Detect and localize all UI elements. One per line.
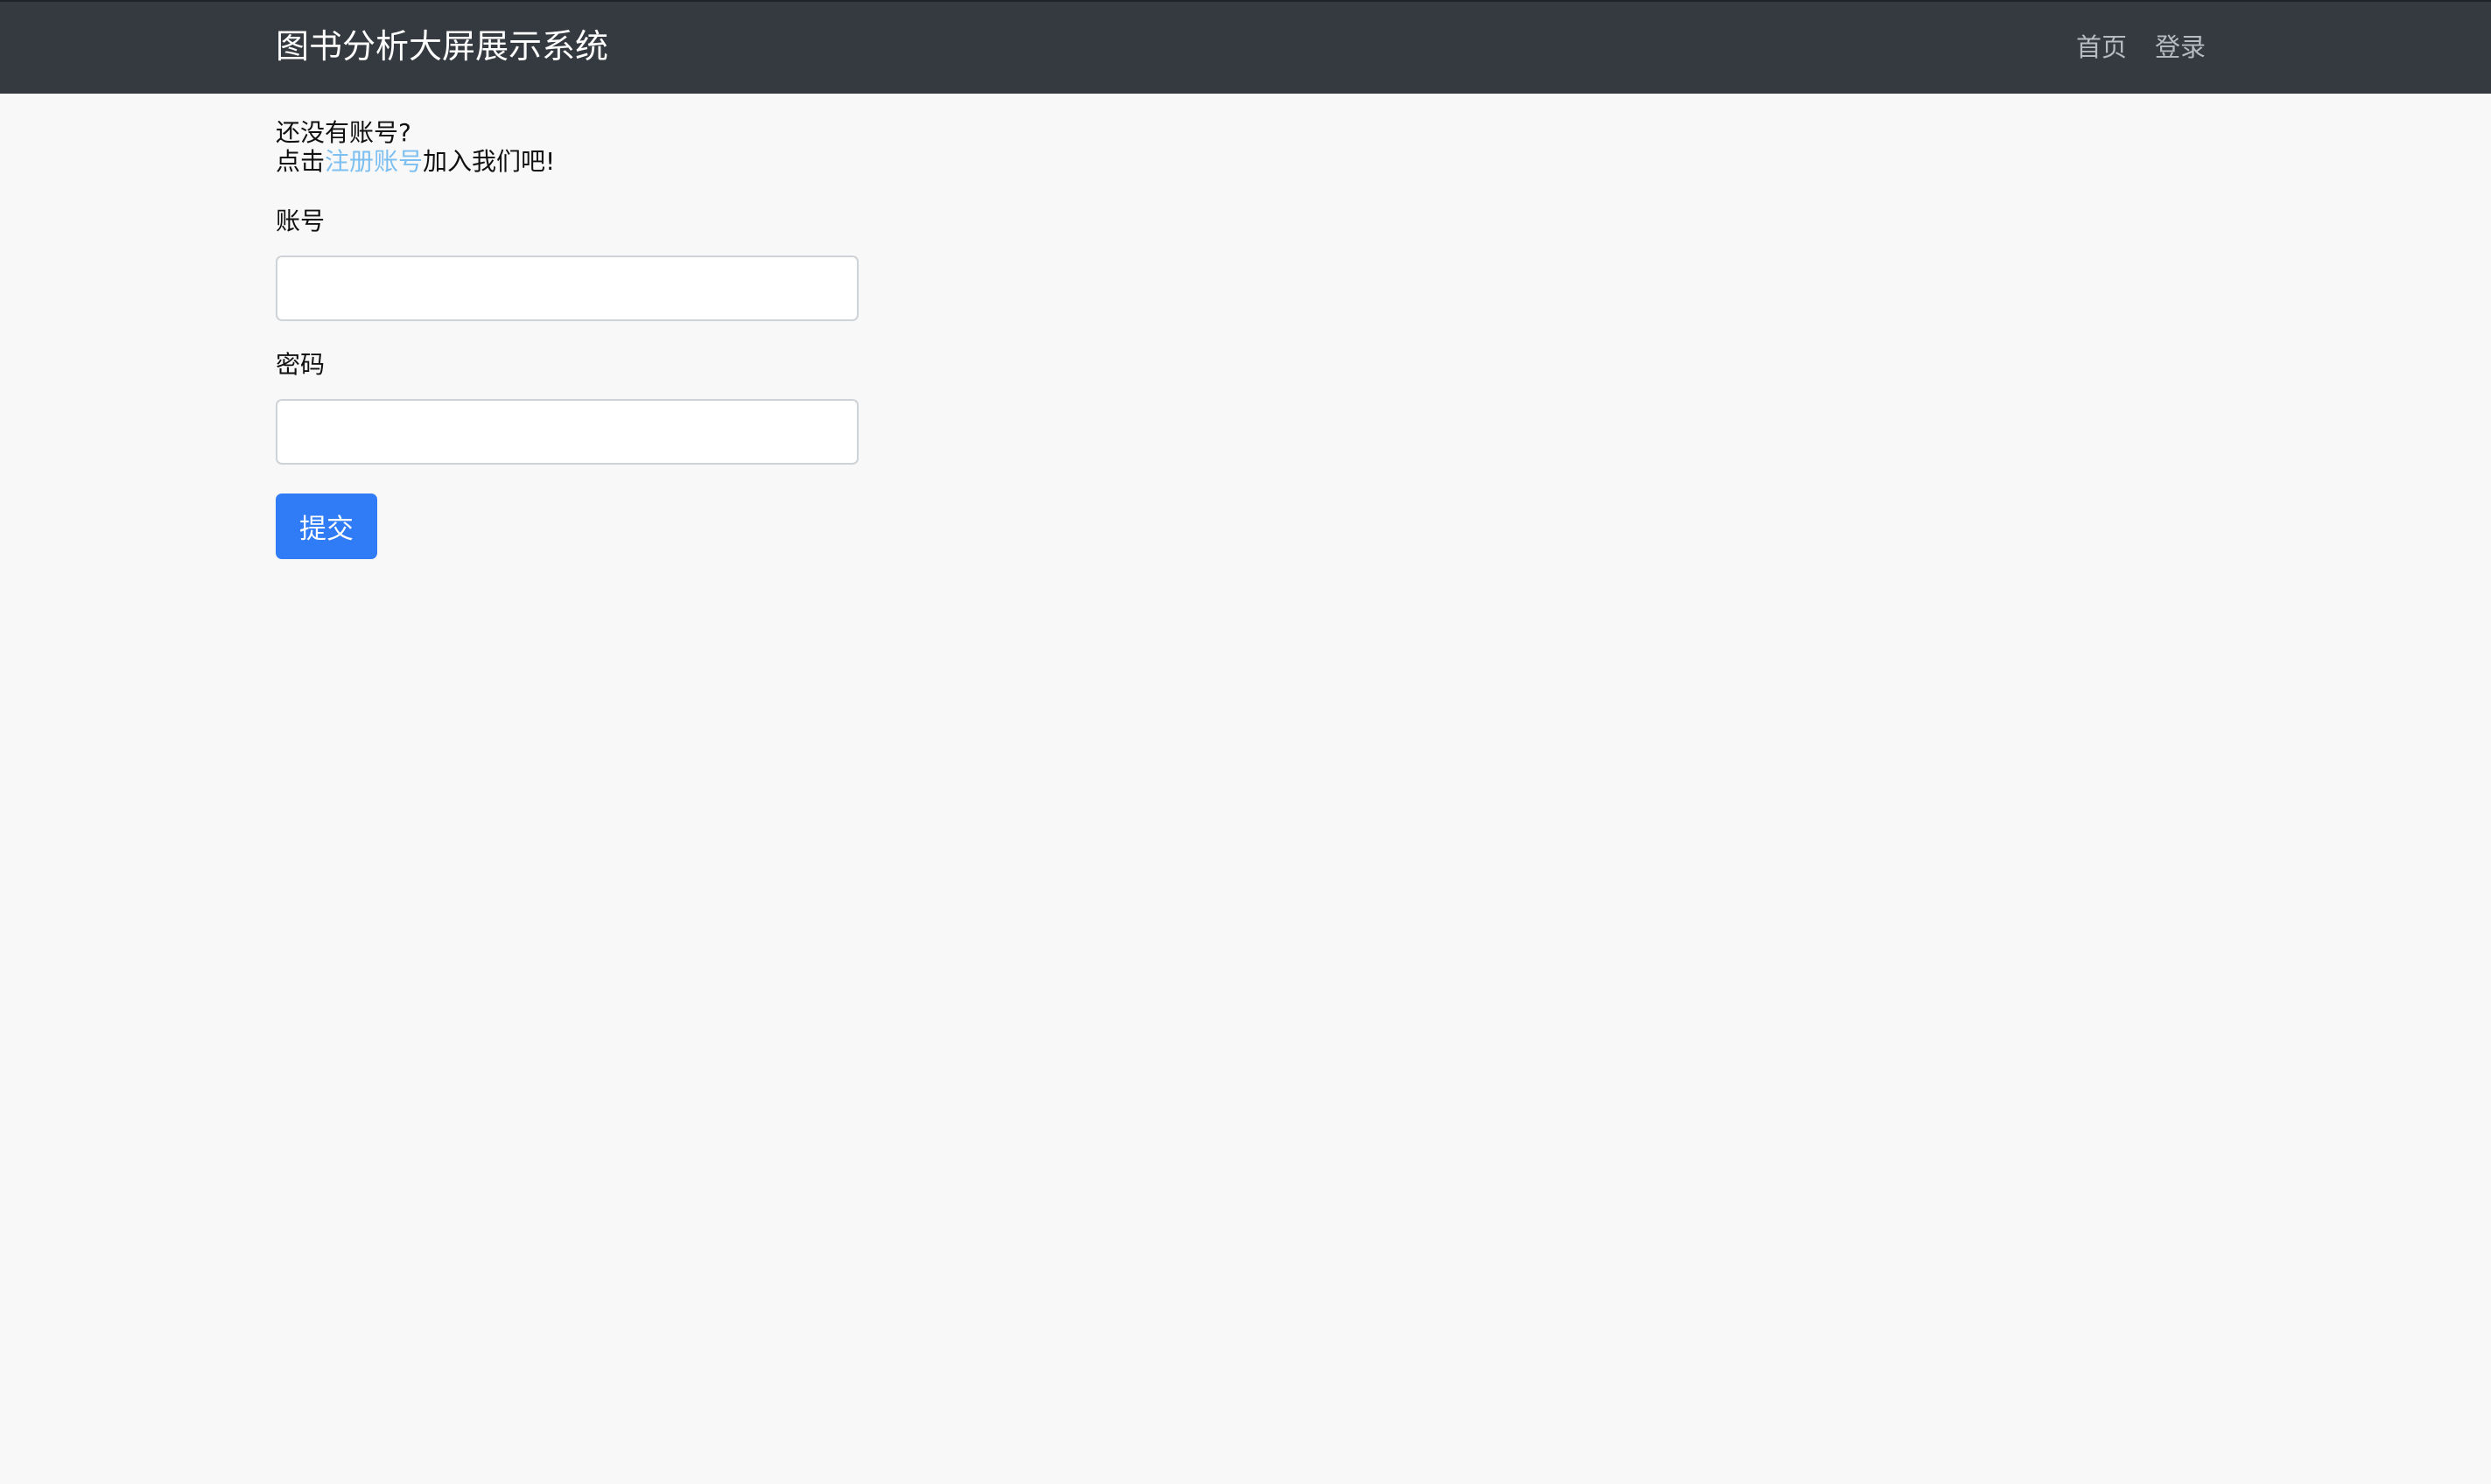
login-form: 还没有账号? 点击注册账号加入我们吧! 账号 密码 提交 bbox=[276, 118, 1326, 559]
register-prompt-suffix: 加入我们吧! bbox=[423, 147, 556, 176]
nav-link-login[interactable]: 登录 bbox=[2155, 30, 2206, 65]
username-input[interactable] bbox=[276, 256, 859, 321]
register-prompt: 点击注册账号加入我们吧! bbox=[276, 147, 1326, 176]
password-input[interactable] bbox=[276, 399, 859, 465]
register-link[interactable]: 注册账号 bbox=[325, 147, 423, 176]
nav-link-home[interactable]: 首页 bbox=[2076, 30, 2127, 65]
brand-title[interactable]: 图书分析大屏展示系统 bbox=[276, 24, 608, 68]
top-navbar: 图书分析大屏展示系统 首页 登录 bbox=[0, 0, 2491, 94]
password-label: 密码 bbox=[276, 350, 326, 379]
username-label: 账号 bbox=[276, 206, 326, 235]
nav-links: 首页 登录 bbox=[2076, 30, 2206, 65]
register-prompt-prefix: 点击 bbox=[276, 147, 326, 176]
no-account-prompt: 还没有账号? bbox=[276, 118, 411, 147]
submit-button[interactable]: 提交 bbox=[276, 494, 377, 559]
